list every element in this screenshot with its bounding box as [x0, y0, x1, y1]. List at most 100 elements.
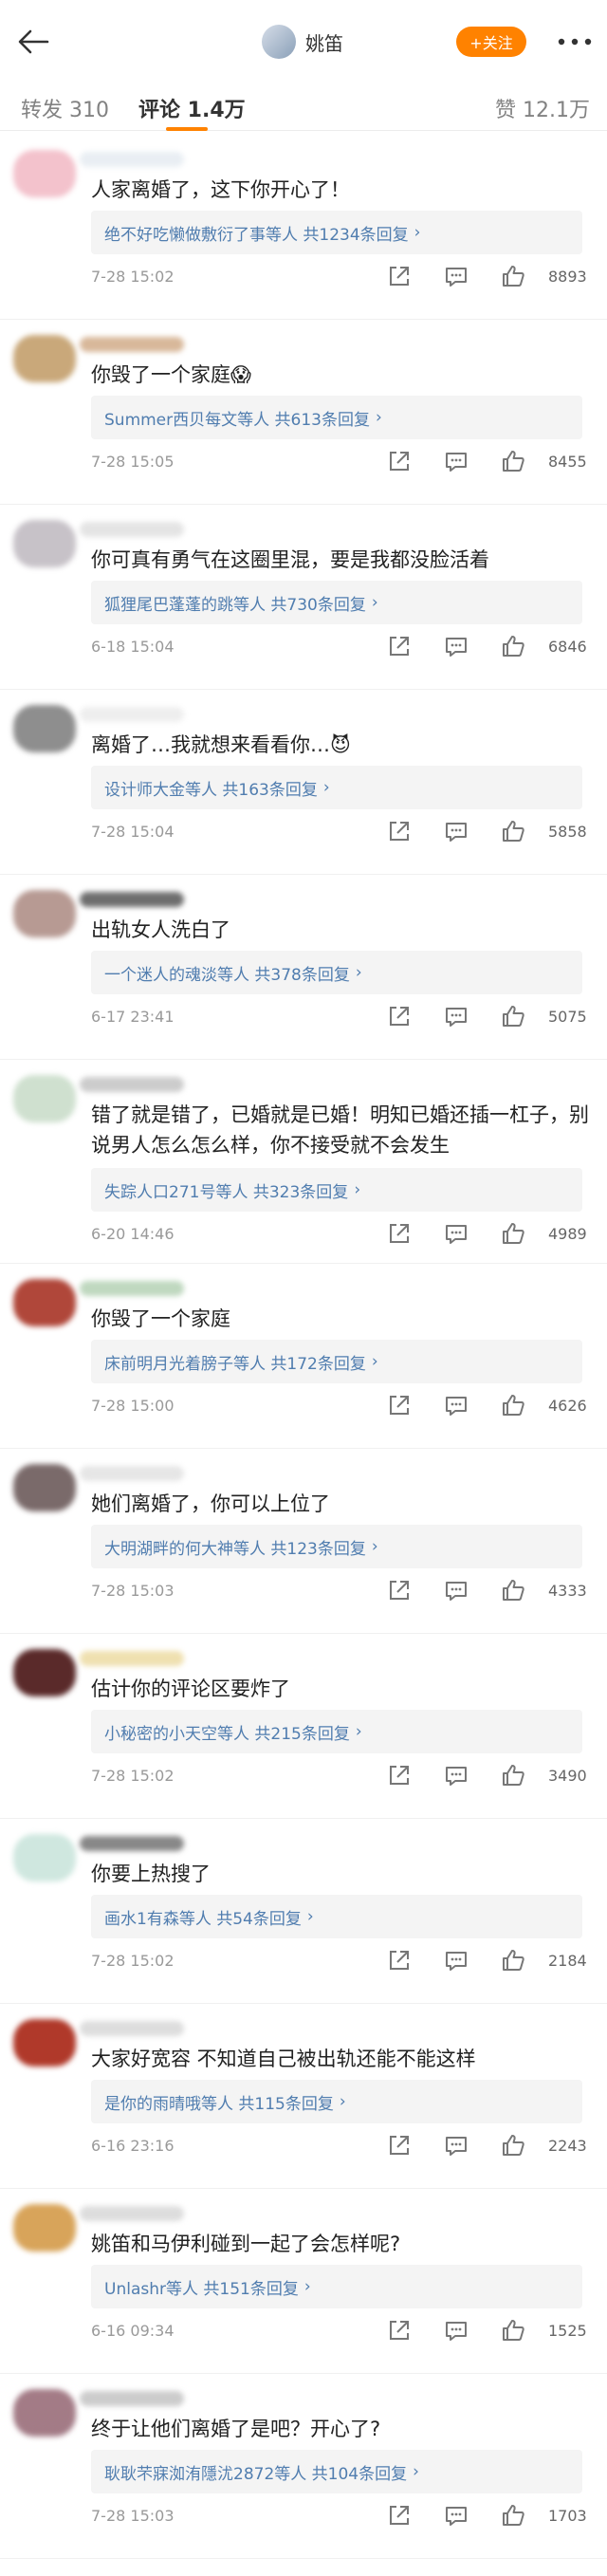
comment-icon[interactable] — [442, 2316, 470, 2344]
commenter-name[interactable] — [80, 337, 184, 352]
reply-summary[interactable]: Unlashr等人 共151条回复 › — [91, 2265, 582, 2308]
reply-summary[interactable]: 失踪人口271号等人 共323条回复 › — [91, 1168, 582, 1212]
share-icon[interactable] — [385, 2501, 414, 2530]
commenter-avatar[interactable] — [13, 520, 76, 567]
tab-repost[interactable]: 转发 310 — [21, 93, 109, 123]
commenter-avatar[interactable] — [13, 335, 76, 382]
comment-item[interactable]: 你毁了一个家庭😱 Summer西贝每文等人 共613条回复 › 7-28 15:… — [0, 320, 607, 505]
share-icon[interactable] — [385, 817, 414, 845]
like-icon[interactable] — [499, 1761, 527, 1789]
share-icon[interactable] — [385, 1219, 414, 1248]
comment-icon[interactable] — [442, 1946, 470, 1974]
commenter-avatar[interactable] — [13, 1649, 76, 1696]
comment-icon[interactable] — [442, 2131, 470, 2159]
commenter-name[interactable] — [80, 1281, 184, 1296]
commenter-name[interactable] — [80, 1836, 184, 1851]
commenter-name[interactable] — [80, 2391, 184, 2406]
commenter-name[interactable] — [80, 1651, 184, 1666]
commenter-avatar[interactable] — [13, 150, 76, 197]
tab-comments[interactable]: 评论 1.4万 — [138, 93, 246, 123]
comment-icon[interactable] — [442, 817, 470, 845]
reply-summary[interactable]: Summer西贝每文等人 共613条回复 › — [91, 396, 582, 439]
commenter-avatar[interactable] — [13, 705, 76, 752]
reply-summary[interactable]: 一个迷人的魂淡等人 共378条回复 › — [91, 951, 582, 994]
share-icon[interactable] — [385, 632, 414, 660]
comment-icon[interactable] — [442, 1761, 470, 1789]
like-icon[interactable] — [499, 447, 527, 475]
like-icon[interactable] — [499, 2131, 527, 2159]
share-icon[interactable] — [385, 1002, 414, 1030]
reply-summary[interactable]: 是你的雨晴哦等人 共115条回复 › — [91, 2080, 582, 2123]
like-icon[interactable] — [499, 1946, 527, 1974]
commenter-avatar[interactable] — [13, 890, 76, 937]
commenter-name[interactable] — [80, 2021, 184, 2036]
share-icon[interactable] — [385, 1946, 414, 1974]
like-icon[interactable] — [499, 2501, 527, 2530]
author-name[interactable]: 姚笛 — [305, 28, 343, 56]
like-icon[interactable] — [499, 817, 527, 845]
reply-summary[interactable]: 绝不好吃懒做敷衍了事等人 共1234条回复 › — [91, 211, 582, 254]
reply-summary[interactable]: 狐狸尾巴蓬蓬的跳等人 共730条回复 › — [91, 581, 582, 624]
more-icon[interactable] — [554, 28, 596, 55]
reply-summary[interactable]: 画水1有森等人 共54条回复 › — [91, 1895, 582, 1938]
commenter-name[interactable] — [80, 152, 184, 167]
commenter-avatar[interactable] — [13, 1464, 76, 1511]
like-icon[interactable] — [499, 1219, 527, 1248]
back-arrow-icon[interactable] — [13, 21, 55, 63]
commenter-name[interactable] — [80, 522, 184, 537]
comment-item[interactable]: 你毁了一个家庭 床前明月光着膀子等人 共172条回复 › 7-28 15:00 … — [0, 1264, 607, 1449]
share-icon[interactable] — [385, 1576, 414, 1604]
like-icon[interactable] — [499, 1576, 527, 1604]
like-icon[interactable] — [499, 1391, 527, 1419]
reply-summary[interactable]: 耿耿芣寐洳洧隱沋2872等人 共104条回复 › — [91, 2450, 582, 2493]
reply-summary[interactable]: 大明湖畔的何大神等人 共123条回复 › — [91, 1525, 582, 1568]
comment-item[interactable]: 你要上热搜了 画水1有森等人 共54条回复 › 7-28 15:02 2184 — [0, 1819, 607, 2004]
reply-summary[interactable]: 小秘密的小天空等人 共215条回复 › — [91, 1710, 582, 1753]
comment-item[interactable]: 离婚了…我就想来看看你…😈 设计师大金等人 共163条回复 › 7-28 15:… — [0, 690, 607, 875]
commenter-avatar[interactable] — [13, 2019, 76, 2066]
share-icon[interactable] — [385, 447, 414, 475]
commenter-name[interactable] — [80, 707, 184, 722]
comment-icon[interactable] — [442, 447, 470, 475]
share-icon[interactable] — [385, 2131, 414, 2159]
share-icon[interactable] — [385, 2316, 414, 2344]
comment-icon[interactable] — [442, 632, 470, 660]
like-icon[interactable] — [499, 1002, 527, 1030]
comment-item[interactable]: 你可真有勇气在这圈里混，要是我都没脸活着 狐狸尾巴蓬蓬的跳等人 共730条回复 … — [0, 505, 607, 690]
share-icon[interactable] — [385, 1761, 414, 1789]
comment-item[interactable]: 人家离婚了，这下你开心了！ 绝不好吃懒做敷衍了事等人 共1234条回复 › 7-… — [0, 135, 607, 320]
like-icon[interactable] — [499, 262, 527, 290]
comment-item[interactable]: 姚笛和马伊利碰到一起了会怎样呢? Unlashr等人 共151条回复 › 6-1… — [0, 2189, 607, 2374]
reply-summary[interactable]: 床前明月光着膀子等人 共172条回复 › — [91, 1340, 582, 1383]
commenter-avatar[interactable] — [13, 1075, 76, 1122]
comment-icon[interactable] — [442, 1391, 470, 1419]
commenter-name[interactable] — [80, 1077, 184, 1092]
comment-item[interactable]: 错了就是错了，已婚就是已婚！明知已婚还插一杠子，别说男人怎么怎么样，你不接受就不… — [0, 1060, 607, 1264]
reply-summary[interactable]: 设计师大金等人 共163条回复 › — [91, 766, 582, 809]
comment-item[interactable]: 估计你的评论区要炸了 小秘密的小天空等人 共215条回复 › 7-28 15:0… — [0, 1634, 607, 1819]
comment-item[interactable]: 她们离婚了，你可以上位了 大明湖畔的何大神等人 共123条回复 › 7-28 1… — [0, 1449, 607, 1634]
share-icon[interactable] — [385, 262, 414, 290]
commenter-name[interactable] — [80, 1466, 184, 1481]
comment-icon[interactable] — [442, 2501, 470, 2530]
comment-icon[interactable] — [442, 262, 470, 290]
author[interactable]: 姚笛 — [262, 23, 343, 61]
commenter-name[interactable] — [80, 2206, 184, 2221]
comment-item[interactable]: 出轨女人洗白了 一个迷人的魂淡等人 共378条回复 › 6-17 23:41 5… — [0, 875, 607, 1060]
comment-item[interactable]: 大家好宽容 不知道自己被出轨还能不能这样 是你的雨晴哦等人 共115条回复 › … — [0, 2004, 607, 2189]
tab-likes[interactable]: 赞 12.1万 — [495, 93, 590, 123]
commenter-avatar[interactable] — [13, 1834, 76, 1881]
comment-item[interactable]: 终于让他们离婚了是吧？开心了? 耿耿芣寐洳洧隱沋2872等人 共104条回复 ›… — [0, 2374, 607, 2559]
like-icon[interactable] — [499, 632, 527, 660]
share-icon[interactable] — [385, 1391, 414, 1419]
author-avatar[interactable] — [262, 25, 296, 59]
commenter-name[interactable] — [80, 892, 184, 907]
commenter-avatar[interactable] — [13, 2389, 76, 2437]
comment-icon[interactable] — [442, 1219, 470, 1248]
commenter-avatar[interactable] — [13, 1279, 76, 1326]
like-icon[interactable] — [499, 2316, 527, 2344]
commenter-avatar[interactable] — [13, 2204, 76, 2252]
follow-button[interactable]: +关注 — [456, 27, 526, 57]
comment-icon[interactable] — [442, 1002, 470, 1030]
comment-icon[interactable] — [442, 1576, 470, 1604]
